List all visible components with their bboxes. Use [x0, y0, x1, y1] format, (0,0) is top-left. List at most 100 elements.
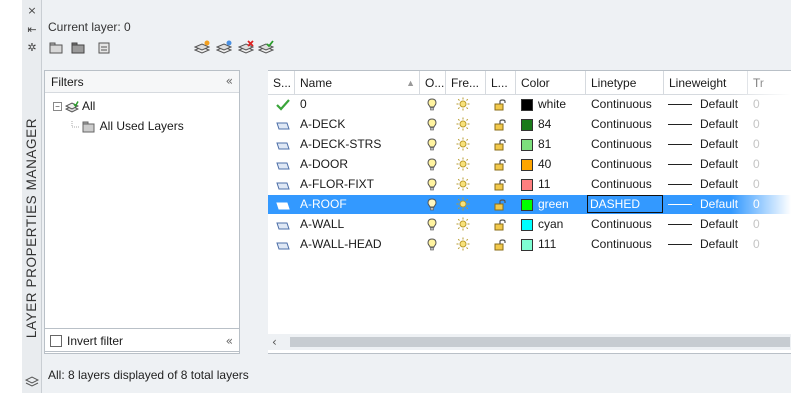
thaw-sun-icon[interactable]	[456, 217, 470, 231]
layer-name[interactable]: A-DECK	[300, 115, 345, 134]
lightbulb-icon[interactable]	[427, 118, 437, 131]
lineweight-cell[interactable]: Default	[668, 115, 748, 134]
transparency-cell[interactable]: 0	[753, 155, 760, 174]
linetype-cell[interactable]: Continuous	[591, 155, 652, 174]
unlocked-icon[interactable]	[494, 178, 507, 191]
layer-name[interactable]: A-WALL	[300, 215, 344, 234]
column-name[interactable]: Name ▲	[295, 71, 420, 95]
layer-states-icon[interactable]	[96, 40, 112, 56]
layer-name[interactable]: A-DOOR	[300, 155, 348, 174]
invert-filter-checkbox[interactable]	[50, 335, 62, 347]
thaw-sun-icon[interactable]	[456, 157, 470, 171]
close-icon[interactable]: ×	[26, 5, 38, 17]
lightbulb-icon[interactable]	[427, 178, 437, 191]
layer-row[interactable]: A-FLOR-FIXT 11 Continuous Default 0	[268, 175, 791, 194]
delete-layer-icon[interactable]	[238, 40, 254, 56]
color-cell[interactable]: cyan	[521, 215, 586, 234]
thaw-sun-icon[interactable]	[456, 177, 470, 191]
lightbulb-icon[interactable]	[427, 218, 437, 231]
unlocked-icon[interactable]	[494, 138, 507, 151]
freeze-cell[interactable]	[456, 97, 470, 116]
linetype-cell[interactable]: Continuous	[591, 135, 652, 154]
layer-row[interactable]: A-WALL-HEAD 111 Continuous Default 0	[268, 235, 791, 254]
layer-row[interactable]: 0 white Continuous Default 0	[268, 95, 791, 114]
linetype-cell[interactable]: Continuous	[591, 235, 652, 254]
scrollbar-thumb[interactable]	[290, 337, 790, 347]
layer-name[interactable]: A-FLOR-FIXT	[300, 175, 374, 194]
linetype-cell[interactable]: Continuous	[591, 215, 652, 234]
lineweight-cell[interactable]: Default	[668, 135, 748, 154]
freeze-cell[interactable]	[456, 157, 470, 176]
freeze-cell[interactable]	[456, 217, 470, 236]
lineweight-cell[interactable]: Default	[668, 155, 748, 174]
layer-name[interactable]: 0	[300, 95, 307, 114]
horizontal-scrollbar[interactable]: ‹	[268, 334, 791, 350]
status-cell[interactable]	[276, 238, 290, 257]
layer-row[interactable]: A-ROOF green DASHED Default 0	[268, 195, 791, 214]
new-layer-vp-frozen-icon[interactable]	[216, 40, 232, 56]
tree-item-all-used-layers[interactable]: All Used Layers	[71, 119, 184, 133]
thaw-sun-icon[interactable]	[456, 197, 470, 211]
transparency-cell[interactable]: 0	[753, 235, 760, 254]
layer-name[interactable]: A-DECK-STRS	[300, 135, 381, 154]
column-status[interactable]: S...	[268, 71, 295, 95]
layer-name[interactable]: A-ROOF	[300, 195, 347, 214]
tree-collapse-icon[interactable]: −	[53, 102, 62, 112]
column-transparency[interactable]: Tr	[748, 71, 791, 95]
layer-row[interactable]: A-WALL cyan Continuous Default 0	[268, 215, 791, 234]
collapse-pane-icon[interactable]: «	[226, 334, 233, 348]
collapse-filter-icon[interactable]: «	[226, 74, 233, 88]
settings-icon[interactable]: ✲	[26, 42, 38, 54]
tree-item-all[interactable]: − All	[53, 99, 95, 113]
lightbulb-icon[interactable]	[427, 98, 437, 111]
lock-cell[interactable]	[494, 238, 507, 257]
on-cell[interactable]	[427, 238, 437, 257]
column-on[interactable]: O...	[420, 71, 446, 95]
color-cell[interactable]: green	[521, 195, 586, 214]
color-cell[interactable]: 111	[521, 235, 586, 254]
scroll-left-icon[interactable]: ‹	[272, 335, 277, 349]
transparency-cell[interactable]: 0	[753, 135, 760, 154]
transparency-cell[interactable]: 0	[753, 175, 760, 194]
lineweight-cell[interactable]: Default	[668, 235, 748, 254]
column-lock[interactable]: L...	[486, 71, 516, 95]
thaw-sun-icon[interactable]	[456, 137, 470, 151]
layer-row[interactable]: A-DECK 84 Continuous Default 0	[268, 115, 791, 134]
unlocked-icon[interactable]	[494, 198, 507, 211]
lineweight-cell[interactable]: Default	[668, 95, 748, 114]
unlocked-icon[interactable]	[494, 218, 507, 231]
layer-row[interactable]: A-DECK-STRS 81 Continuous Default 0	[268, 135, 791, 154]
color-cell[interactable]: white	[521, 95, 586, 114]
thaw-sun-icon[interactable]	[456, 237, 470, 251]
lightbulb-icon[interactable]	[427, 158, 437, 171]
lightbulb-icon[interactable]	[427, 138, 437, 151]
transparency-cell[interactable]: 0	[753, 115, 760, 134]
new-filter-icon[interactable]	[48, 40, 64, 56]
color-cell[interactable]: 81	[521, 135, 586, 154]
color-cell[interactable]: 84	[521, 115, 586, 134]
linetype-cell[interactable]: Continuous	[591, 115, 652, 134]
unlocked-icon[interactable]	[494, 98, 507, 111]
transparency-cell[interactable]: 0	[753, 215, 760, 234]
thaw-sun-icon[interactable]	[456, 97, 470, 111]
lightbulb-icon[interactable]	[427, 198, 437, 211]
linetype-cell[interactable]: DASHED	[587, 195, 663, 213]
lineweight-cell[interactable]: Default	[668, 175, 748, 194]
new-layer-icon[interactable]	[194, 40, 210, 56]
column-lineweight[interactable]: Lineweight	[664, 71, 748, 95]
column-color[interactable]: Color	[516, 71, 586, 95]
column-linetype[interactable]: Linetype	[586, 71, 664, 95]
transparency-cell[interactable]: 0	[753, 95, 760, 114]
set-current-icon[interactable]	[258, 40, 274, 56]
unlocked-icon[interactable]	[494, 158, 507, 171]
freeze-cell[interactable]	[456, 137, 470, 156]
layer-row[interactable]: A-DOOR 40 Continuous Default 0	[268, 155, 791, 174]
lineweight-cell[interactable]: Default	[668, 215, 748, 234]
linetype-cell[interactable]: Continuous	[591, 95, 652, 114]
lightbulb-icon[interactable]	[427, 238, 437, 251]
lineweight-cell[interactable]: Default	[668, 195, 748, 214]
freeze-cell[interactable]	[456, 237, 470, 256]
freeze-cell[interactable]	[456, 117, 470, 136]
color-cell[interactable]: 40	[521, 155, 586, 174]
unlocked-icon[interactable]	[494, 238, 507, 251]
